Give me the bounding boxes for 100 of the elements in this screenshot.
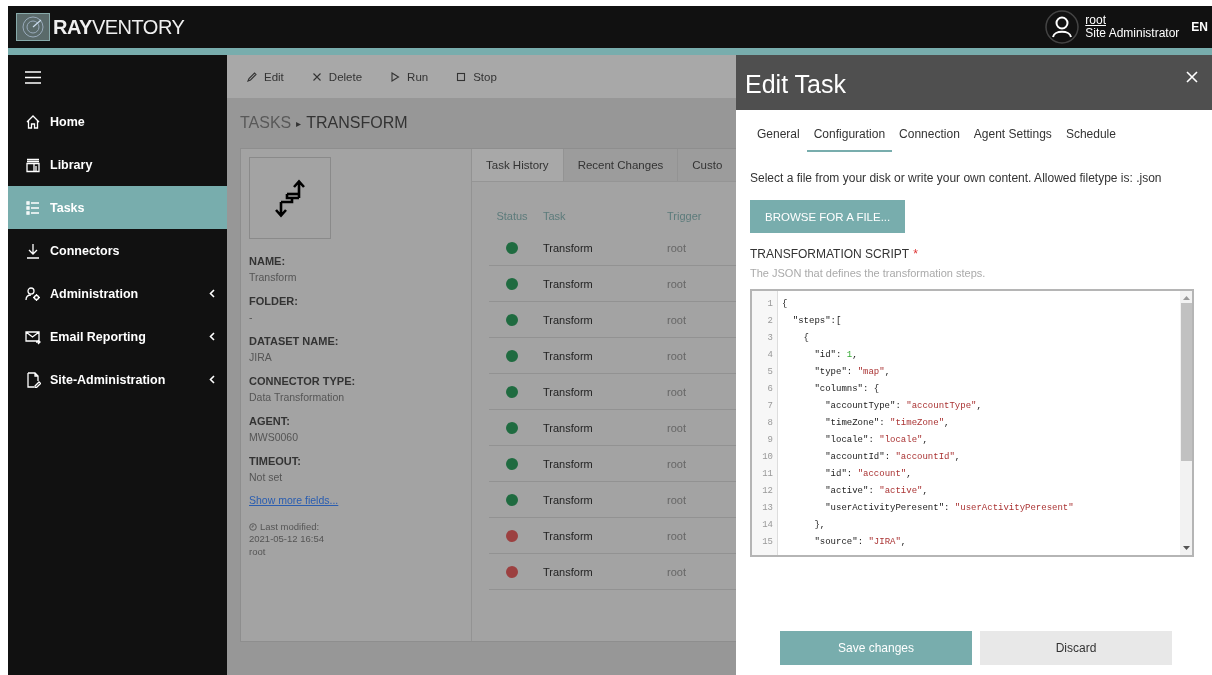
sidebar-item[interactable]: Library xyxy=(8,143,227,186)
table-cell-text: root xyxy=(666,457,687,470)
line-number: 7 xyxy=(766,400,774,413)
tab[interactable]: General xyxy=(750,124,807,152)
sidebar-item[interactable]: Email Reporting xyxy=(8,315,227,358)
line-number: 6 xyxy=(766,383,774,396)
library-icon xyxy=(25,156,41,173)
table-cell-text: root xyxy=(666,241,687,254)
modified-date: 2021-05-12 16:54 xyxy=(249,532,324,545)
modified-user: root xyxy=(249,545,266,558)
field-value: Data Transformation xyxy=(249,391,345,403)
tab[interactable]: Schedule xyxy=(1058,124,1123,152)
field-value: Transform xyxy=(249,271,297,283)
sidebar-item[interactable]: Connectors xyxy=(8,229,227,272)
line-number: 13 xyxy=(761,502,774,515)
table-cell-text: Transform xyxy=(542,457,594,470)
close-icon xyxy=(311,71,322,82)
field-label: TRANSFORMATION SCRIPT xyxy=(750,247,910,261)
table-cell-text: root xyxy=(666,385,687,398)
table-cell-text: Transform xyxy=(542,241,594,254)
play-icon xyxy=(390,71,401,82)
sidebar-item[interactable]: Home xyxy=(8,100,227,143)
line-number: 3 xyxy=(766,332,774,345)
transform-arrows-icon xyxy=(273,178,307,218)
modified-label: Last modified: xyxy=(260,521,320,532)
line-number: 5 xyxy=(766,366,774,379)
table-cell-text: Transform xyxy=(542,277,594,290)
code-line: "accountId": "accountId", xyxy=(824,451,962,464)
close-icon[interactable] xyxy=(1186,71,1198,83)
toolbar-button[interactable]: Edit xyxy=(247,70,284,83)
table-cell-text: Transform xyxy=(542,421,594,434)
table-cell-text: root xyxy=(666,313,687,326)
line-number: 14 xyxy=(761,519,774,532)
line-number: 2 xyxy=(766,315,774,328)
code-line: "type": "map", xyxy=(813,366,892,379)
user-role: Site Administrator xyxy=(1085,27,1180,40)
scrollbar-thumb[interactable] xyxy=(1180,303,1192,461)
logo-text: RAYVENTORY xyxy=(53,15,185,39)
field-hint: The JSON that defines the transformation steps. xyxy=(750,267,987,279)
envelope-icon xyxy=(25,328,41,345)
table-cell-text: Transform xyxy=(542,385,594,398)
toolbar-button[interactable]: Run xyxy=(390,70,429,83)
code-line: "steps":[ xyxy=(791,315,843,328)
column-header: Trigger xyxy=(666,210,703,222)
home-icon xyxy=(25,113,41,130)
table-cell-text: root xyxy=(666,565,687,578)
table-cell-text: root xyxy=(666,277,687,290)
field-label: CONNECTOR TYPE: xyxy=(249,375,356,387)
scrollbar[interactable] xyxy=(1180,291,1192,555)
line-number: 9 xyxy=(766,434,774,447)
column-header: Status xyxy=(495,210,529,222)
language-code[interactable]: EN xyxy=(1191,20,1208,34)
line-number: 8 xyxy=(766,417,774,430)
list-icon xyxy=(25,199,41,216)
code-line: "active": "active", xyxy=(824,485,929,498)
line-number: 11 xyxy=(761,468,774,481)
tab[interactable]: Configuration xyxy=(806,124,893,152)
sidebar-item[interactable]: Site-Administration xyxy=(8,358,227,401)
field-label: NAME: xyxy=(249,255,286,267)
code-line: "columns": { xyxy=(813,383,881,396)
instruction-text: Select a file from your disk or write your own content. Allowed filetype is: .json xyxy=(750,171,1163,185)
breadcrumb-separator: ▸ xyxy=(296,117,302,129)
sidebar-item[interactable]: Administration xyxy=(8,272,227,315)
user-gear-icon xyxy=(25,285,41,302)
download-icon xyxy=(25,242,41,259)
clock-icon xyxy=(249,522,257,531)
line-number: 1 xyxy=(766,298,774,311)
discard-button[interactable]: Discard xyxy=(980,631,1172,665)
table-cell-text: root xyxy=(666,493,687,506)
field-label: FOLDER: xyxy=(249,295,298,307)
table-cell-text: Transform xyxy=(542,493,594,506)
tab[interactable]: Task History xyxy=(472,149,564,181)
table-cell-text: Transform xyxy=(542,349,594,362)
table-cell-text: root xyxy=(666,529,687,542)
table-cell-text: root xyxy=(666,421,687,434)
document-pen-icon xyxy=(25,371,41,388)
code-line: "id": 1, xyxy=(813,349,859,362)
field-value: JIRA xyxy=(249,351,272,363)
code-line: }, xyxy=(813,519,827,532)
field-value: - xyxy=(249,311,253,323)
column-header: Task xyxy=(542,210,567,222)
code-line: "source": "JIRA", xyxy=(813,536,908,549)
line-number: 15 xyxy=(761,536,774,549)
code-line: "timeZone": "timeZone", xyxy=(824,417,951,430)
user-name-link[interactable]: root xyxy=(1085,14,1180,27)
scroll-down-icon[interactable] xyxy=(1182,546,1190,550)
code-line: "accountType": "accountType", xyxy=(824,400,983,413)
tab[interactable]: Agent Settings xyxy=(966,124,1059,152)
tab[interactable]: Recent Changes xyxy=(563,149,679,181)
page-title: TRANSFORM xyxy=(306,114,408,132)
required-mark: * xyxy=(913,247,918,261)
radar-logo-icon xyxy=(16,13,50,41)
scroll-up-icon[interactable] xyxy=(1182,296,1190,300)
toolbar-button[interactable]: Delete xyxy=(311,70,363,83)
toolbar-button[interactable]: Stop xyxy=(456,70,497,83)
field-label: DATASET NAME: xyxy=(249,335,339,347)
menu-icon[interactable] xyxy=(25,71,41,84)
tab[interactable]: Connection xyxy=(892,124,967,152)
table-cell-text: Transform xyxy=(542,529,594,542)
field-value: MWS0060 xyxy=(249,431,299,443)
